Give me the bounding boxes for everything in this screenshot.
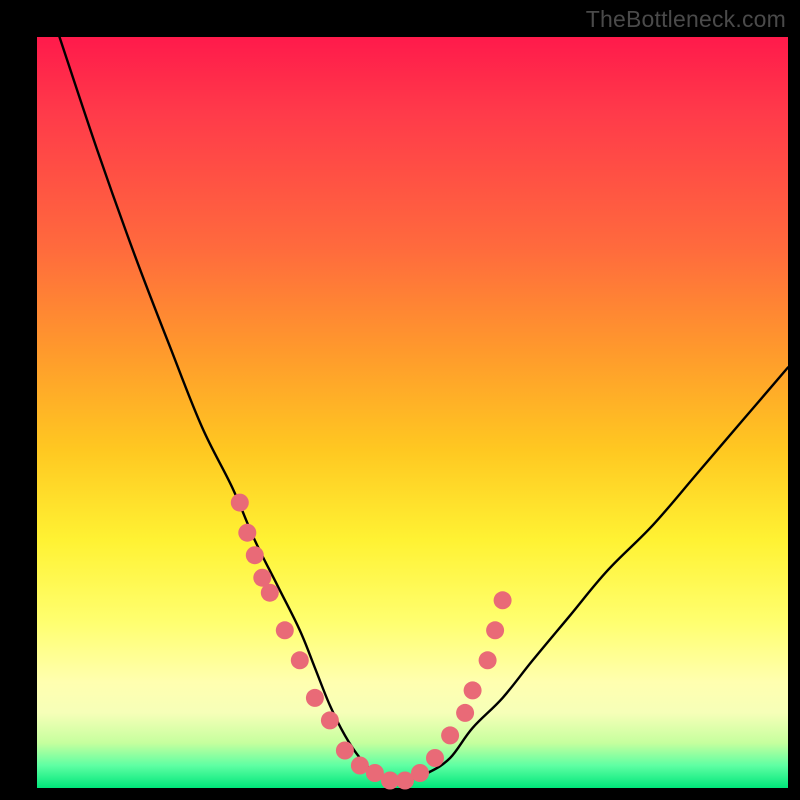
marker-dot (464, 681, 482, 699)
plot-area (37, 37, 788, 788)
markers-group (231, 494, 512, 790)
watermark-text: TheBottleneck.com (586, 6, 786, 33)
marker-dot (306, 689, 324, 707)
marker-dot (246, 546, 264, 564)
marker-dot (479, 651, 497, 669)
chart-svg (37, 37, 788, 788)
marker-dot (231, 494, 249, 512)
marker-dot (426, 749, 444, 767)
marker-dot (456, 704, 474, 722)
marker-dot (411, 764, 429, 782)
marker-dot (238, 524, 256, 542)
bottleneck-curve (60, 37, 789, 781)
marker-dot (336, 742, 354, 760)
marker-dot (276, 621, 294, 639)
marker-dot (486, 621, 504, 639)
marker-dot (494, 591, 512, 609)
marker-dot (291, 651, 309, 669)
marker-dot (261, 584, 279, 602)
marker-dot (321, 711, 339, 729)
chart-stage: TheBottleneck.com (0, 0, 800, 800)
marker-dot (441, 726, 459, 744)
